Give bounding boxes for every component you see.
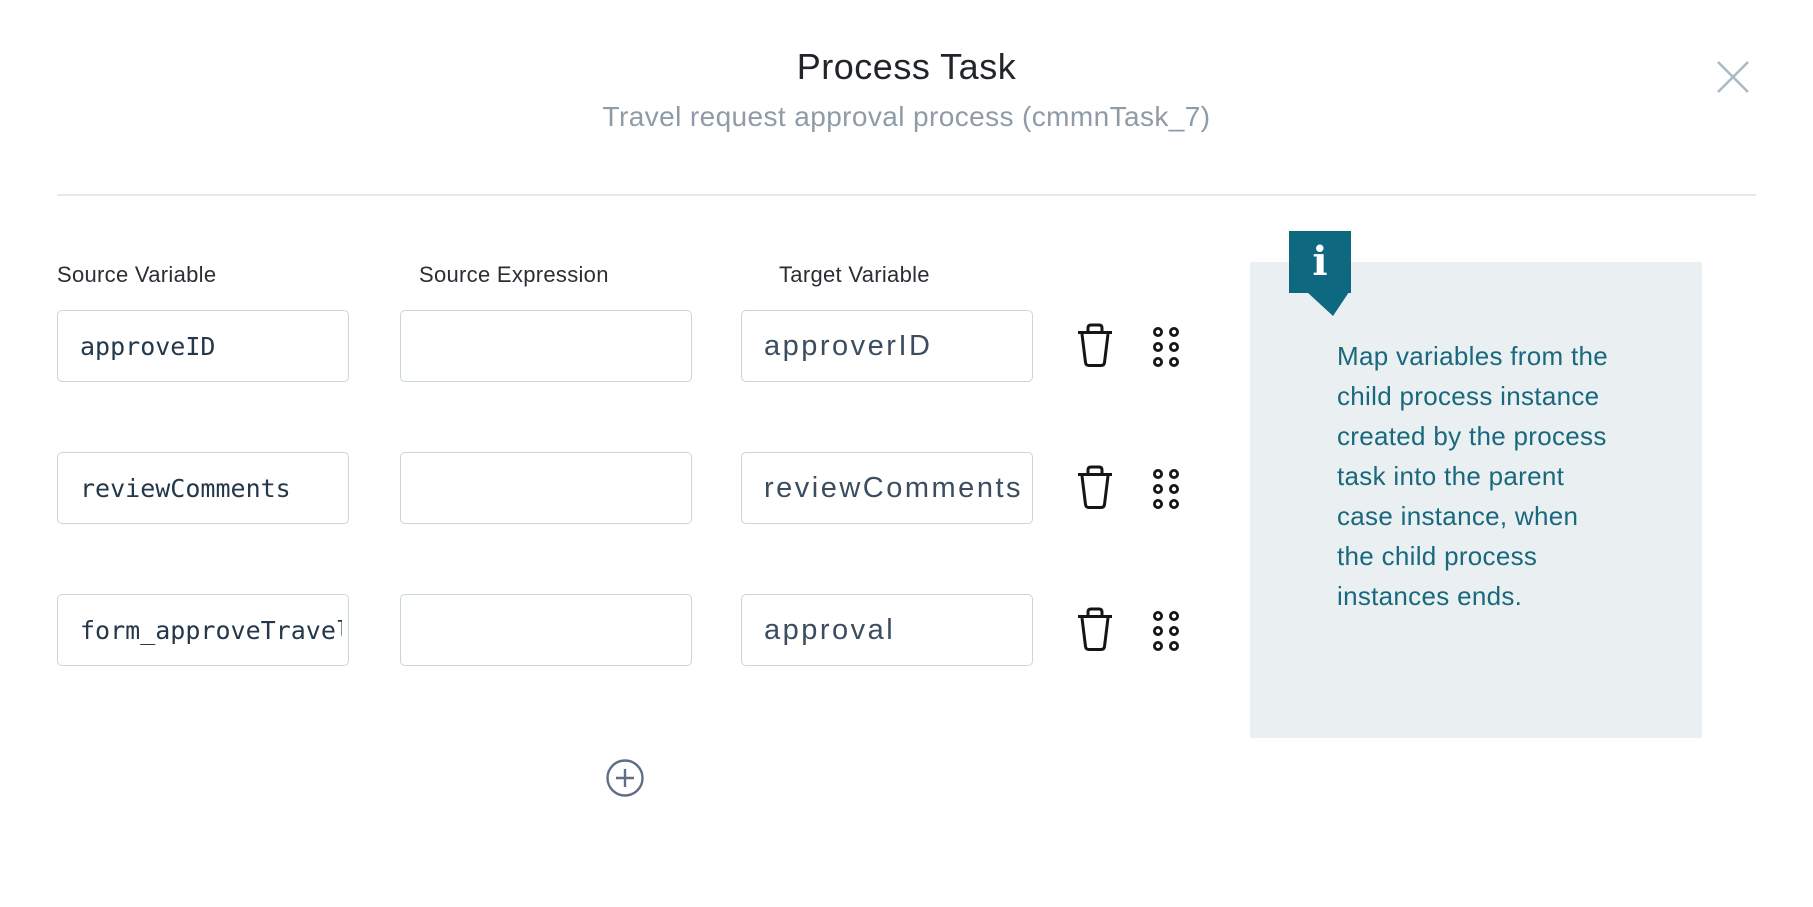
info-icon-glyph: i: [1312, 242, 1327, 282]
delete-row-button[interactable]: [1074, 461, 1116, 513]
column-header-target-variable: Target Variable: [779, 262, 930, 288]
source-variable-input[interactable]: [57, 452, 349, 524]
trash-icon: [1075, 356, 1115, 371]
drag-handle-icon: [1150, 358, 1182, 373]
source-variable-input[interactable]: [57, 594, 349, 666]
delete-row-button[interactable]: [1074, 603, 1116, 655]
info-panel-text: Map variables from the child process ins…: [1337, 336, 1619, 616]
delete-row-button[interactable]: [1074, 319, 1116, 371]
drag-row-handle[interactable]: [1150, 466, 1182, 512]
drag-handle-icon: [1150, 500, 1182, 515]
close-button[interactable]: [1712, 56, 1754, 98]
drag-handle-icon: [1150, 642, 1182, 657]
target-variable-input[interactable]: [741, 594, 1033, 666]
info-icon: i: [1289, 231, 1351, 293]
trash-icon: [1075, 640, 1115, 655]
drag-row-handle[interactable]: [1150, 324, 1182, 370]
column-header-source-expression: Source Expression: [419, 262, 609, 288]
target-variable-input[interactable]: [741, 310, 1033, 382]
page-title: Process Task: [0, 46, 1813, 88]
process-task-dialog: Process Task Travel request approval pro…: [0, 0, 1813, 907]
header-divider: [57, 194, 1756, 196]
drag-row-handle[interactable]: [1150, 608, 1182, 654]
source-variable-input[interactable]: [57, 310, 349, 382]
dialog-subtitle: Travel request approval process (cmmnTas…: [0, 101, 1813, 133]
add-row-button[interactable]: [604, 757, 646, 799]
target-variable-input[interactable]: [741, 452, 1033, 524]
plus-icon: [604, 787, 646, 802]
trash-icon: [1075, 498, 1115, 513]
source-expression-input[interactable]: [400, 594, 692, 666]
source-expression-input[interactable]: [400, 452, 692, 524]
close-icon: [1712, 86, 1754, 101]
source-expression-input[interactable]: [400, 310, 692, 382]
column-header-source-variable: Source Variable: [57, 262, 216, 288]
